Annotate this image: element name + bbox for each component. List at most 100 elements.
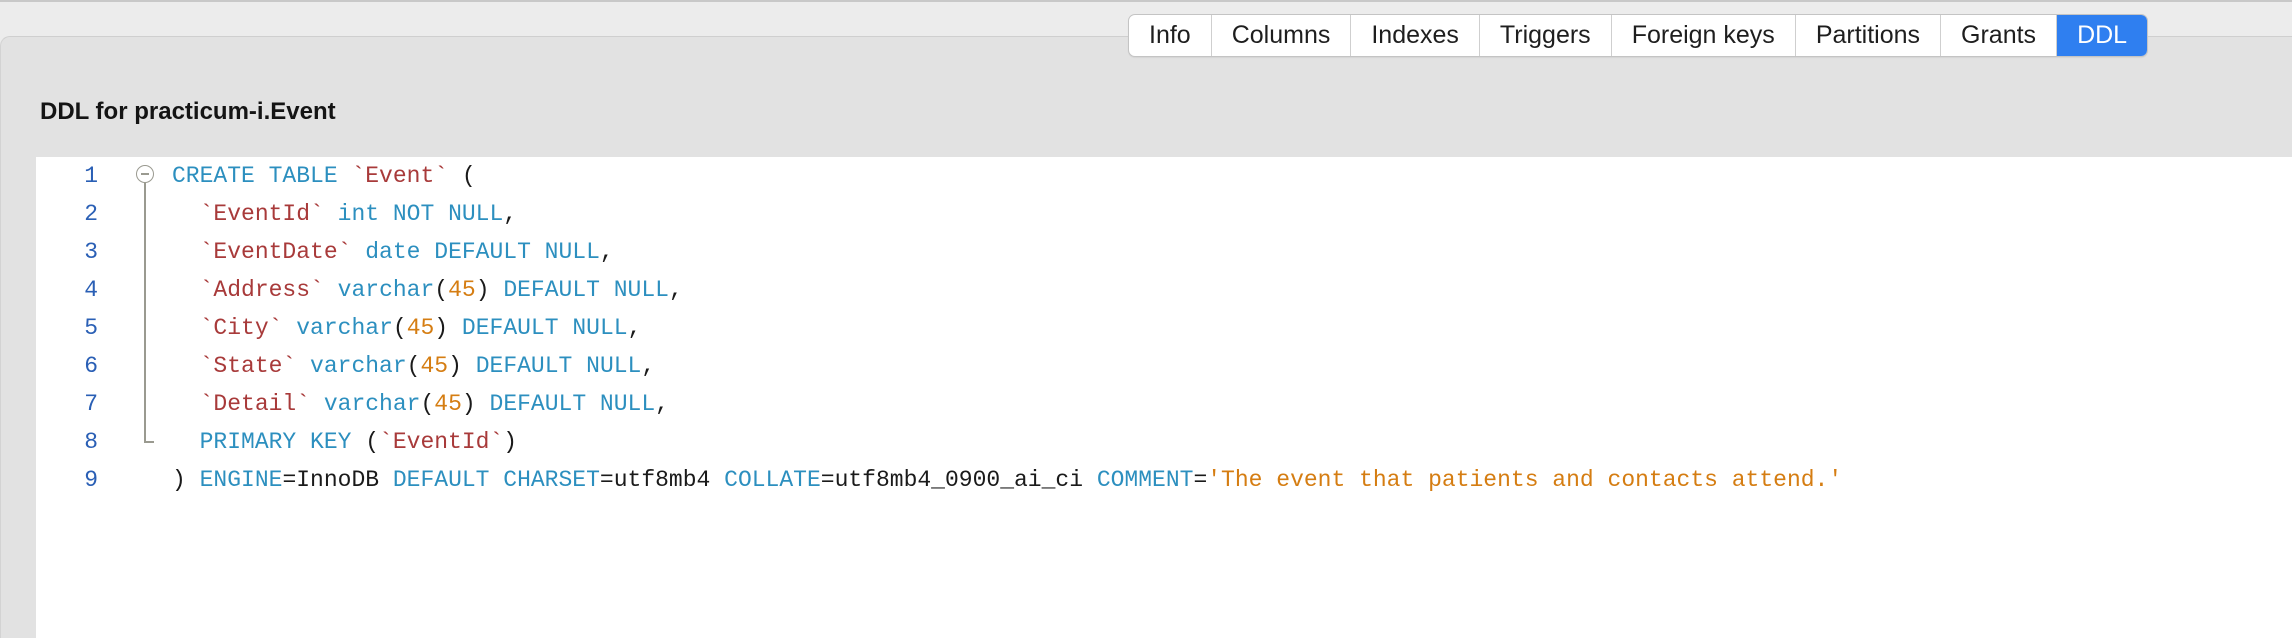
sql-indent [172,429,200,455]
sql-keyword: ENGINE [199,467,283,493]
line-number: 3 [84,239,98,265]
sql-keyword: DEFAULT NULL [489,391,656,417]
line-number: 9 [84,467,98,493]
code-line-8: PRIMARY KEY (`EventId`) [172,423,1842,461]
sql-keyword: varchar [337,277,435,303]
code-lines: CREATE TABLE `Event` ( `EventId` int NOT… [172,157,1842,499]
sql-identifier: `EventDate` [199,239,352,265]
sql-indent [172,315,200,341]
code-line-6: `State` varchar(45) DEFAULT NULL, [172,347,1842,385]
sql-keyword: COLLATE [724,467,821,493]
sql-punct: ( [448,163,476,189]
sql-number: 45 [434,391,462,417]
sql-punct: ( [406,353,421,379]
sql-value: =utf8mb4_0900_ai_ci [820,467,1097,493]
sql-punct: , [668,277,683,303]
sql-punct: , [599,239,614,265]
tab-partitions[interactable]: Partitions [1796,15,1942,56]
sql-identifier: `EventId` [379,429,504,455]
sql-indent [172,277,200,303]
sql-punct: ) [434,315,449,341]
sql-number: 45 [406,315,435,341]
code-line-5: `City` varchar(45) DEFAULT NULL, [172,309,1842,347]
panel-title: DDL for practicum-i.Event [40,98,336,125]
tab-columns[interactable]: Columns [1212,15,1352,56]
line-number: 1 [84,163,98,189]
sql-punct: , [503,201,518,227]
line-number: 6 [84,353,98,379]
sql-punct: ) [475,277,490,303]
sql-punct: ( [420,391,435,417]
sql-keyword: DEFAULT NULL [503,277,669,303]
sql-keyword: varchar [323,391,421,417]
code-line-3: `EventDate` date DEFAULT NULL, [172,233,1842,271]
tab-triggers[interactable]: Triggers [1480,15,1612,56]
fold-guide-line [144,183,146,442]
sql-punct: ) [503,429,518,455]
code-line-4: `Address` varchar(45) DEFAULT NULL, [172,271,1842,309]
sql-keyword: DEFAULT CHARSET [392,467,600,493]
collapse-fold-icon[interactable] [136,165,154,183]
tab-foreign-keys[interactable]: Foreign keys [1612,15,1796,56]
sql-indent [172,391,200,417]
sql-punct: ( [434,277,449,303]
sql-keyword: COMMENT [1096,467,1194,493]
sql-identifier: `Address` [199,277,324,303]
sql-punct: ) [461,391,476,417]
sql-space [324,277,338,303]
code-line-1: CREATE TABLE `Event` ( [172,157,1842,195]
sql-punct: ) [448,353,462,379]
sql-keyword: varchar [310,353,407,379]
tab-grants[interactable]: Grants [1941,15,2058,56]
sql-string: 'The event that patients and contacts at… [1207,467,1843,493]
sql-punct: = [1193,467,1208,493]
sql-number: 45 [420,353,449,379]
sql-keyword: varchar [296,315,393,341]
fold-guide-end [144,441,154,443]
sql-keyword: CREATE TABLE [172,163,338,189]
sql-punct: ( [392,315,407,341]
tab-ddl[interactable]: DDL [2057,15,2148,56]
sql-punct: , [627,315,642,341]
sql-keyword: DEFAULT NULL [475,353,642,379]
sql-space [338,163,352,189]
line-number-gutter: 1 2 3 4 5 6 7 8 9 [36,157,98,499]
sql-space [324,201,338,227]
sql-identifier: `Event` [351,163,449,189]
ddl-code-editor[interactable]: 1 2 3 4 5 6 7 8 9 CREATE TABLE `Event` (… [36,157,2292,638]
sql-keyword: date DEFAULT NULL [365,239,600,265]
sql-space [296,353,310,379]
sql-punct: ( [351,429,380,455]
sql-space [282,315,296,341]
sql-keyword: DEFAULT NULL [461,315,628,341]
code-fold-control[interactable] [136,165,156,445]
sql-space [448,315,462,341]
line-number: 5 [84,315,98,341]
segmented-tab-control: Info Columns Indexes Triggers Foreign ke… [1128,14,2149,57]
sql-space [490,277,504,303]
sql-identifier: `EventId` [199,201,324,227]
line-number: 7 [84,391,98,417]
sql-punct: , [641,353,656,379]
sql-space [310,391,324,417]
sql-value: =InnoDB [282,467,393,493]
sql-space [351,239,365,265]
line-number: 8 [84,429,98,455]
sql-identifier: `Detail` [199,391,311,417]
sql-space [462,353,476,379]
sql-indent [172,201,200,227]
sql-indent [172,353,200,379]
sql-value: =utf8mb4 [599,467,725,493]
sql-keyword: int NOT NULL [337,201,504,227]
sql-keyword: PRIMARY KEY [199,429,352,455]
sql-space [476,391,490,417]
sql-identifier: `City` [199,315,283,341]
tab-indexes[interactable]: Indexes [1351,15,1480,56]
sql-punct: , [655,391,669,417]
sql-punct: ) [172,467,200,493]
code-line-9: ) ENGINE=InnoDB DEFAULT CHARSET=utf8mb4 … [172,461,1842,499]
sql-number: 45 [448,277,476,303]
tab-info[interactable]: Info [1129,15,1212,56]
code-line-7: `Detail` varchar(45) DEFAULT NULL, [172,385,1842,423]
sql-identifier: `State` [199,353,297,379]
